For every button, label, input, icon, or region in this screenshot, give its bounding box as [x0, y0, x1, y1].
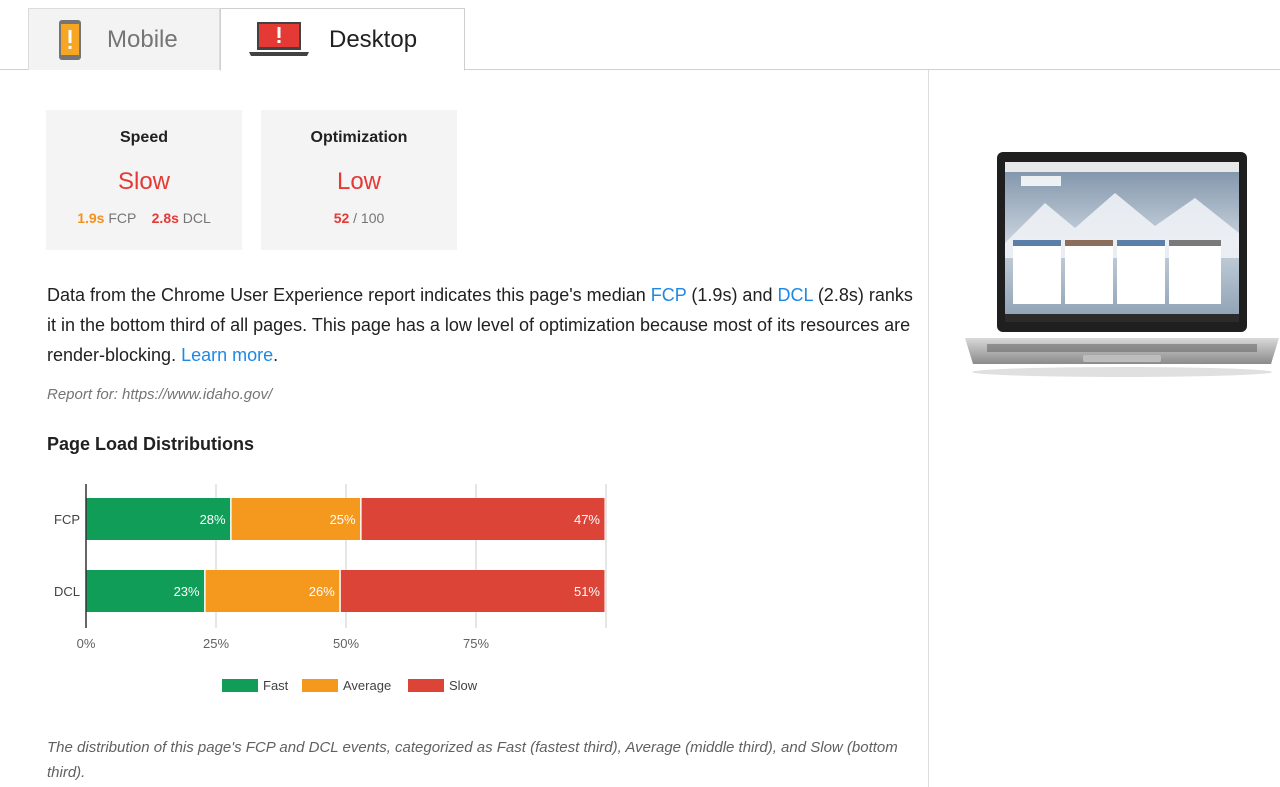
- legend-swatch-fast: [222, 679, 258, 692]
- device-tab-bar: Mobile Desktop: [0, 0, 1280, 71]
- data-label: 23%: [174, 584, 200, 599]
- data-label: 51%: [574, 584, 600, 599]
- dcl-link[interactable]: DCL: [777, 285, 812, 305]
- data-label: 26%: [309, 584, 335, 599]
- optimization-card-title: Optimization: [310, 129, 408, 146]
- learn-more-link[interactable]: Learn more: [181, 345, 273, 365]
- tab-desktop-label: Desktop: [329, 25, 418, 53]
- optimization-score: 52 / 100: [261, 210, 457, 226]
- legend-swatch-slow: [408, 679, 444, 692]
- speed-card-title: Speed: [119, 129, 168, 146]
- side-panel-divider: [928, 70, 929, 787]
- section-title: Page Load Distributions: [47, 434, 255, 454]
- data-label: 25%: [330, 512, 356, 527]
- x-tick-label: 50%: [333, 636, 359, 651]
- fcp-value: 1.9s: [77, 210, 105, 226]
- data-label: 47%: [574, 512, 600, 527]
- tab-desktop[interactable]: Desktop: [220, 8, 465, 71]
- optimization-score-card: Optimization Low 52 / 100: [261, 110, 457, 250]
- page-load-distribution-chart: 28% 25% 47% FCP 23% 26% 51% DCL 0% 25% 50% 75% Fast A…: [54, 484, 607, 693]
- data-label: 28%: [200, 512, 226, 527]
- fcp-link[interactable]: FCP: [651, 285, 687, 305]
- tab-mobile[interactable]: Mobile: [28, 8, 220, 70]
- summary-description: Data from the Chrome User Experience rep…: [47, 280, 917, 370]
- legend-label-slow: Slow: [449, 678, 478, 693]
- description-part-1: Data from the Chrome User Experience rep…: [47, 285, 651, 305]
- speed-rating: Slow: [117, 168, 171, 195]
- dcl-label: DCL: [182, 210, 211, 226]
- description-part-2: (1.9s) and: [686, 285, 778, 305]
- tab-mobile-label: Mobile: [107, 25, 178, 53]
- bar-fcp-slow: [361, 498, 605, 540]
- distribution-footnote: The distribution of this page's FCP and …: [47, 739, 898, 781]
- bar-dcl-slow: [340, 570, 605, 612]
- x-tick-label: 25%: [203, 636, 229, 651]
- optimization-rating: Low: [336, 168, 382, 195]
- x-tick-label: 75%: [463, 636, 489, 651]
- desktop-screenshot-preview: [965, 152, 1279, 377]
- speed-score-card: Speed Slow 1.9s FCP 2.8s DCL: [46, 110, 242, 250]
- legend-label-fast: Fast: [263, 678, 289, 693]
- legend-swatch-average: [302, 679, 338, 692]
- fcp-label: FCP: [108, 210, 137, 226]
- description-part-4: .: [273, 345, 279, 365]
- report-url: Report for: https://www.idaho.gov/: [47, 386, 273, 403]
- optimization-score-value: 52: [333, 210, 350, 226]
- legend-label-average: Average: [343, 678, 391, 693]
- speed-metrics: 1.9s FCP 2.8s DCL: [46, 210, 242, 226]
- category-label: DCL: [54, 584, 80, 599]
- optimization-score-max: / 100: [353, 210, 385, 226]
- category-label: FCP: [54, 512, 80, 527]
- desktop-warning-icon: [249, 21, 309, 56]
- dcl-value: 2.8s: [151, 210, 179, 226]
- x-tick-label: 0%: [77, 636, 96, 651]
- mobile-warning-icon: [59, 19, 81, 60]
